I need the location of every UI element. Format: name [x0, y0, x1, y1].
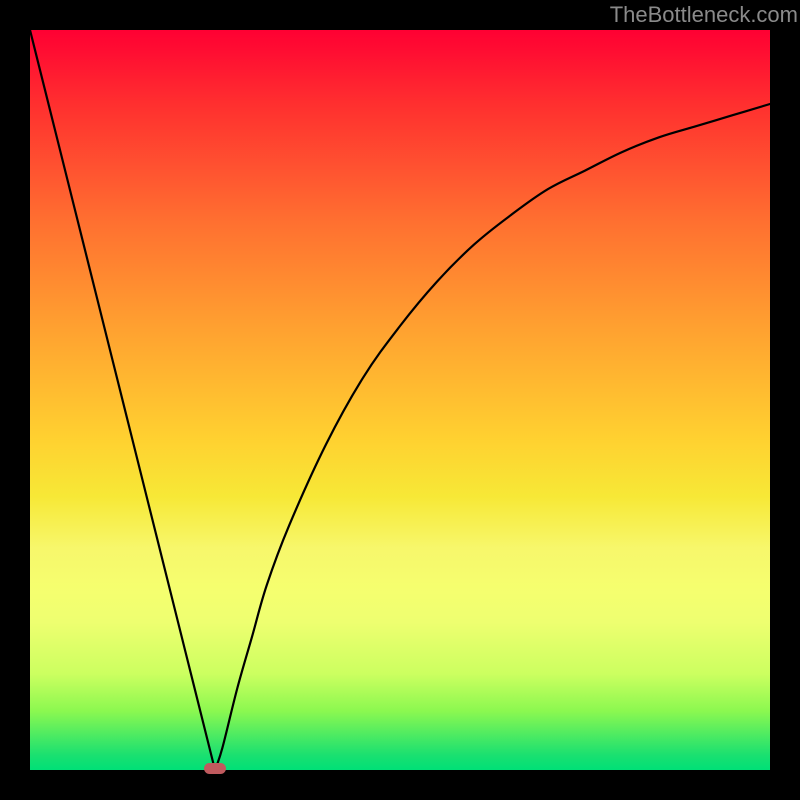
chart-frame: TheBottleneck.com: [0, 0, 800, 800]
dip-marker: [204, 763, 226, 774]
watermark-text: TheBottleneck.com: [610, 2, 798, 28]
plot-area: [30, 30, 770, 770]
bottleneck-curve: [30, 30, 770, 770]
curve-svg: [30, 30, 770, 770]
